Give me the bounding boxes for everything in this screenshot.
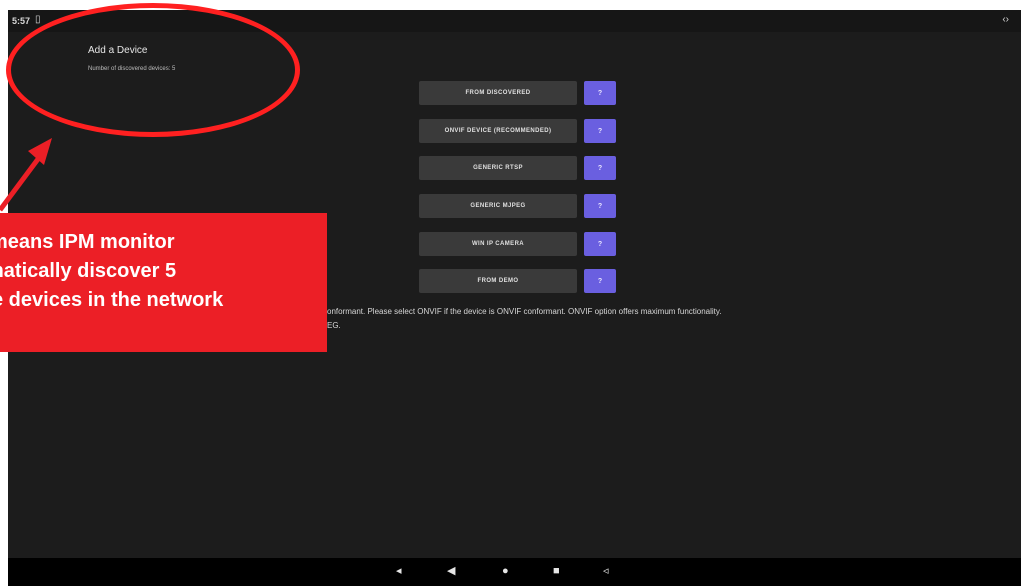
callout-line-1: means IPM monitor bbox=[0, 231, 175, 253]
arrow-shaft bbox=[0, 149, 47, 212]
arrow-head bbox=[28, 138, 52, 165]
callout-line-2: matically discover 5 bbox=[0, 260, 177, 282]
callout-box: means IPM monitor matically discover 5 e… bbox=[0, 213, 327, 352]
callout-line-3: e devices in the network bbox=[0, 289, 224, 311]
